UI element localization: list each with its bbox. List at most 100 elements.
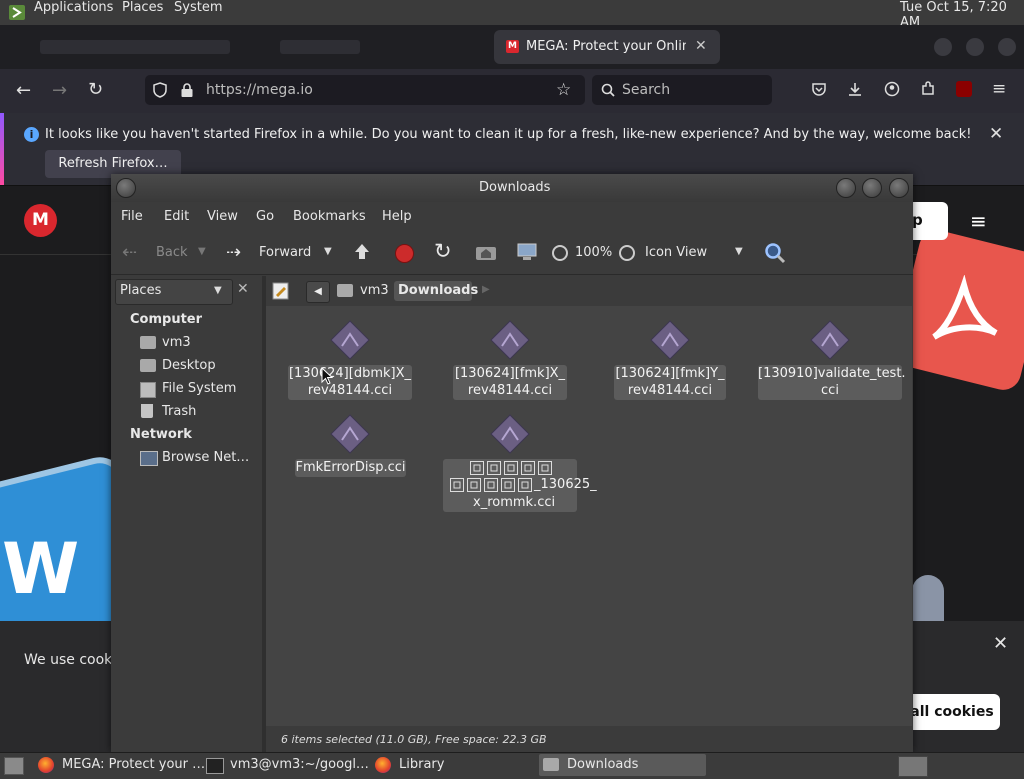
- search-bar[interactable]: [592, 75, 772, 105]
- ublock-icon[interactable]: [956, 81, 972, 97]
- window-maximize-icon[interactable]: [966, 38, 984, 56]
- computer-icon[interactable]: [516, 242, 538, 262]
- path-crumb-downloads-label[interactable]: Downloads: [398, 283, 478, 298]
- view-mode-select[interactable]: Icon View: [645, 245, 707, 260]
- file-item[interactable]: [130624][dbmk]X_ rev48144.cci: [288, 365, 412, 400]
- back-dropdown-icon[interactable]: ▼: [198, 246, 206, 257]
- cci-file-icon[interactable]: [490, 320, 530, 360]
- account-icon[interactable]: [884, 81, 900, 97]
- file-item[interactable]: [130624][fmk]Y_ rev48144.cci: [614, 365, 726, 400]
- sidebar-item-vm3[interactable]: vm3: [162, 335, 191, 350]
- menu-bookmarks[interactable]: Bookmarks: [293, 209, 366, 224]
- close-window-icon[interactable]: [889, 178, 909, 198]
- app-menu-icon[interactable]: [8, 4, 26, 21]
- home-folder-icon[interactable]: [475, 243, 497, 261]
- maximize-icon[interactable]: [862, 178, 882, 198]
- search-icon: [601, 83, 615, 97]
- taskbar-item-downloads-label[interactable]: Downloads: [567, 754, 638, 776]
- sidebar-item-trash[interactable]: Trash: [162, 404, 196, 419]
- reload-icon[interactable]: ↻: [434, 239, 452, 263]
- sidebar-item-desktop[interactable]: Desktop: [162, 358, 216, 373]
- system-menu[interactable]: System: [174, 0, 222, 15]
- window-close-icon[interactable]: [998, 38, 1016, 56]
- file-name-line1: [130624][dbmk]X_: [288, 366, 411, 381]
- file-item[interactable]: [130624][fmk]X_ rev48144.cci: [453, 365, 567, 400]
- menu-go[interactable]: Go: [256, 209, 274, 224]
- zoom-out-icon[interactable]: [552, 245, 568, 261]
- cci-file-icon[interactable]: [330, 320, 370, 360]
- lock-icon[interactable]: [180, 82, 194, 98]
- workspace-switcher[interactable]: [898, 756, 928, 777]
- cci-file-icon[interactable]: [650, 320, 690, 360]
- window-minimize-icon[interactable]: [934, 38, 952, 56]
- cci-file-icon[interactable]: [490, 414, 530, 454]
- bookmark-star-icon[interactable]: ☆: [556, 80, 571, 100]
- forward-dropdown-icon[interactable]: ▼: [324, 246, 332, 257]
- notification-accent: [0, 113, 4, 185]
- close-sidebar-icon[interactable]: ✕: [237, 281, 249, 297]
- window-menu-icon[interactable]: [116, 178, 136, 198]
- taskbar-item-library[interactable]: Library: [399, 754, 444, 776]
- search-placeholder[interactable]: Search: [622, 82, 670, 98]
- extensions-icon[interactable]: [920, 81, 936, 97]
- path-scroll-right-icon[interactable]: ▶: [482, 284, 490, 295]
- file-name-line2: x_rommk.cci: [473, 495, 556, 510]
- up-arrow-icon[interactable]: [352, 242, 372, 262]
- hamburger-menu-icon[interactable]: ≡: [992, 79, 1006, 99]
- downloads-icon[interactable]: [847, 81, 863, 97]
- mega-logo[interactable]: M: [24, 204, 57, 237]
- menu-help[interactable]: Help: [382, 209, 412, 224]
- home-folder-icon: [337, 284, 353, 297]
- reload-icon[interactable]: ↻: [88, 79, 103, 100]
- drive-icon: [140, 382, 156, 398]
- pocket-icon[interactable]: [811, 81, 827, 97]
- decor-shape: [912, 575, 944, 621]
- show-desktop-icon[interactable]: [4, 757, 24, 775]
- cci-file-icon[interactable]: [810, 320, 850, 360]
- close-tab-icon[interactable]: ✕: [695, 38, 707, 54]
- places-menu[interactable]: Places: [122, 0, 163, 15]
- sidebar-item-file-system[interactable]: File System: [162, 381, 236, 396]
- accept-cookies-button[interactable]: all cookies: [904, 694, 1000, 730]
- forward-button-label[interactable]: Forward: [259, 245, 311, 260]
- file-name-line2: cci: [821, 383, 839, 398]
- path-crumb-vm3-label[interactable]: vm3: [360, 283, 389, 298]
- background-tab[interactable]: [40, 40, 230, 54]
- window-title: Downloads: [479, 180, 551, 195]
- path-scroll-left-icon[interactable]: ◀: [306, 281, 330, 303]
- back-icon[interactable]: ⇠: [122, 242, 137, 263]
- places-dropdown-icon[interactable]: ▼: [214, 285, 222, 296]
- mega-menu-icon[interactable]: ≡: [970, 209, 987, 233]
- minimize-icon[interactable]: [836, 178, 856, 198]
- edit-location-icon[interactable]: [272, 282, 290, 300]
- url-text[interactable]: https://mega.io: [206, 82, 313, 98]
- taskbar-item-mega[interactable]: MEGA: Protect your …: [62, 754, 205, 776]
- places-combo-label[interactable]: Places: [120, 283, 161, 298]
- cci-file-icon[interactable]: [330, 414, 370, 454]
- stop-icon[interactable]: [395, 244, 414, 263]
- menu-view[interactable]: View: [207, 209, 238, 224]
- file-name-line1: [130910]validate_test.: [758, 366, 906, 381]
- applications-menu[interactable]: Applications: [34, 0, 113, 15]
- taskbar-item-terminal[interactable]: vm3@vm3:~/googl…: [230, 754, 369, 776]
- back-button-label[interactable]: Back: [156, 245, 188, 260]
- file-name-line1: FmkErrorDisp.cci: [295, 460, 406, 475]
- menu-file[interactable]: File: [121, 209, 143, 224]
- mega-login-button-fragment[interactable]: p: [912, 211, 923, 229]
- menu-edit[interactable]: Edit: [164, 209, 189, 224]
- close-notification-icon[interactable]: ✕: [989, 124, 1003, 144]
- zoom-in-icon[interactable]: [619, 245, 635, 261]
- view-mode-dropdown-icon[interactable]: ▼: [735, 246, 743, 257]
- file-item[interactable]: FmkErrorDisp.cci: [295, 459, 406, 477]
- forward-arrow-icon[interactable]: →: [52, 80, 67, 101]
- background-tab[interactable]: [280, 40, 360, 54]
- search-icon[interactable]: [764, 242, 786, 264]
- missing-glyph-boxes: [470, 461, 554, 475]
- file-name-line2: rev48144.cci: [307, 383, 393, 398]
- shield-icon[interactable]: [152, 82, 168, 98]
- forward-icon[interactable]: ⇢: [226, 242, 241, 263]
- sidebar-item-browse-network[interactable]: Browse Net…: [162, 450, 249, 465]
- close-cookie-icon[interactable]: ✕: [993, 633, 1008, 654]
- back-arrow-icon[interactable]: ←: [16, 80, 31, 101]
- file-item[interactable]: [130910]validate_test. cci: [758, 365, 906, 400]
